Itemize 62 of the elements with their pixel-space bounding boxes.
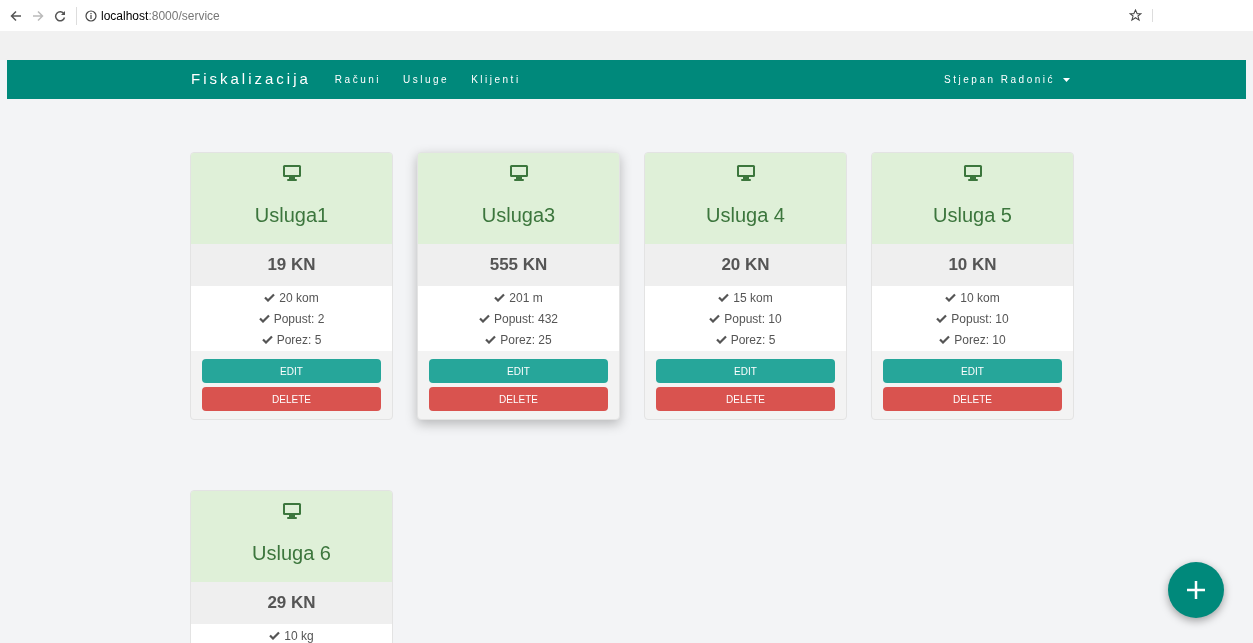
service-name: Usluga 6	[252, 541, 331, 566]
check-icon	[258, 314, 270, 323]
edit-button[interactable]: EDIT	[656, 359, 835, 383]
check-icon	[945, 293, 957, 302]
check-icon	[939, 335, 951, 344]
brand-logo[interactable]: Fiskalizacija	[191, 68, 311, 91]
service-price: 20 KN	[721, 254, 770, 277]
check-icon	[478, 314, 490, 323]
detail-text: 20 kom	[279, 289, 319, 307]
detail-text: 10 kg	[284, 627, 314, 643]
check-icon	[936, 314, 948, 323]
check-icon	[269, 631, 281, 640]
back-icon[interactable]	[10, 9, 22, 22]
plus-icon	[1186, 580, 1206, 600]
detail-text: Popust: 2	[273, 310, 325, 328]
delete-button[interactable]: DELETE	[656, 387, 835, 411]
delete-button[interactable]: DELETE	[883, 387, 1062, 411]
url-text[interactable]: localhost:8000/service	[101, 6, 220, 25]
detail-text: Popust: 10	[724, 310, 782, 328]
caret-icon	[1063, 77, 1070, 82]
check-icon	[494, 293, 506, 302]
reload-icon[interactable]	[54, 9, 66, 22]
service-name: Usluga 5	[933, 203, 1012, 228]
check-icon	[485, 335, 497, 344]
detail-text: Popust: 10	[951, 310, 1009, 328]
detail-text: Popust: 432	[493, 310, 559, 328]
service-price: 10 KN	[948, 254, 997, 277]
monitor-icon	[508, 164, 529, 182]
info-icon[interactable]	[85, 9, 97, 22]
nav-link[interactable]: Klijenti	[471, 72, 521, 87]
user-menu[interactable]: Stjepan Radonić	[944, 72, 1070, 87]
service-name: Usluga 4	[706, 203, 785, 228]
detail-text: Porez: 5	[276, 331, 322, 349]
nav-link[interactable]: Računi	[334, 72, 381, 87]
monitor-icon	[281, 164, 302, 182]
service-price: 29 KN	[267, 592, 316, 615]
delete-button[interactable]: DELETE	[202, 387, 381, 411]
monitor-icon	[962, 164, 983, 182]
add-button[interactable]	[1168, 562, 1224, 618]
service-name: Usluga3	[481, 203, 556, 228]
detail-text: 201 m	[509, 289, 543, 307]
detail-text: Porez: 10	[954, 331, 1006, 349]
edit-button[interactable]: EDIT	[429, 359, 608, 383]
service-price: 555 KN	[489, 254, 548, 277]
detail-text: 15 kom	[733, 289, 773, 307]
edit-button[interactable]: EDIT	[202, 359, 381, 383]
bookmark-star-icon[interactable]	[1129, 9, 1142, 22]
detail-text: Porez: 5	[730, 331, 776, 349]
check-icon	[709, 314, 721, 323]
check-icon	[718, 293, 730, 302]
check-icon	[264, 293, 276, 302]
check-icon	[261, 335, 273, 344]
monitor-icon	[735, 164, 756, 182]
detail-text: 10 kom	[960, 289, 1000, 307]
monitor-icon	[281, 502, 302, 520]
service-price: 19 KN	[267, 254, 316, 277]
delete-button[interactable]: DELETE	[429, 387, 608, 411]
service-name: Usluga1	[254, 203, 329, 228]
detail-text: Porez: 25	[500, 331, 552, 349]
nav-link[interactable]: Usluge	[403, 72, 450, 87]
check-icon	[715, 335, 727, 344]
edit-button[interactable]: EDIT	[883, 359, 1062, 383]
